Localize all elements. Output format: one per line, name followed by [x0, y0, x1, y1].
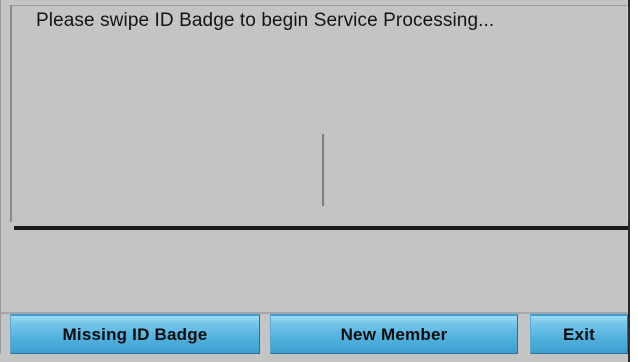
new-member-button[interactable]: New Member — [270, 314, 518, 354]
panel-bottom-strip — [0, 354, 628, 362]
new-member-label: New Member — [340, 324, 448, 344]
kiosk-panel: Please swipe ID Badge to begin Service P… — [0, 0, 638, 362]
missing-id-badge-button[interactable]: Missing ID Badge — [10, 314, 260, 354]
exit-label: Exit — [563, 324, 595, 344]
swipe-badge-prompt: Please swipe ID Badge to begin Service P… — [36, 10, 495, 31]
exit-button[interactable]: Exit — [530, 314, 628, 354]
panel-right-edge — [628, 0, 638, 362]
message-display-area — [10, 5, 628, 222]
section-divider — [14, 226, 628, 230]
text-cursor-icon — [322, 134, 324, 206]
panel-left-edge — [0, 0, 1, 362]
missing-id-badge-label: Missing ID Badge — [62, 324, 208, 344]
